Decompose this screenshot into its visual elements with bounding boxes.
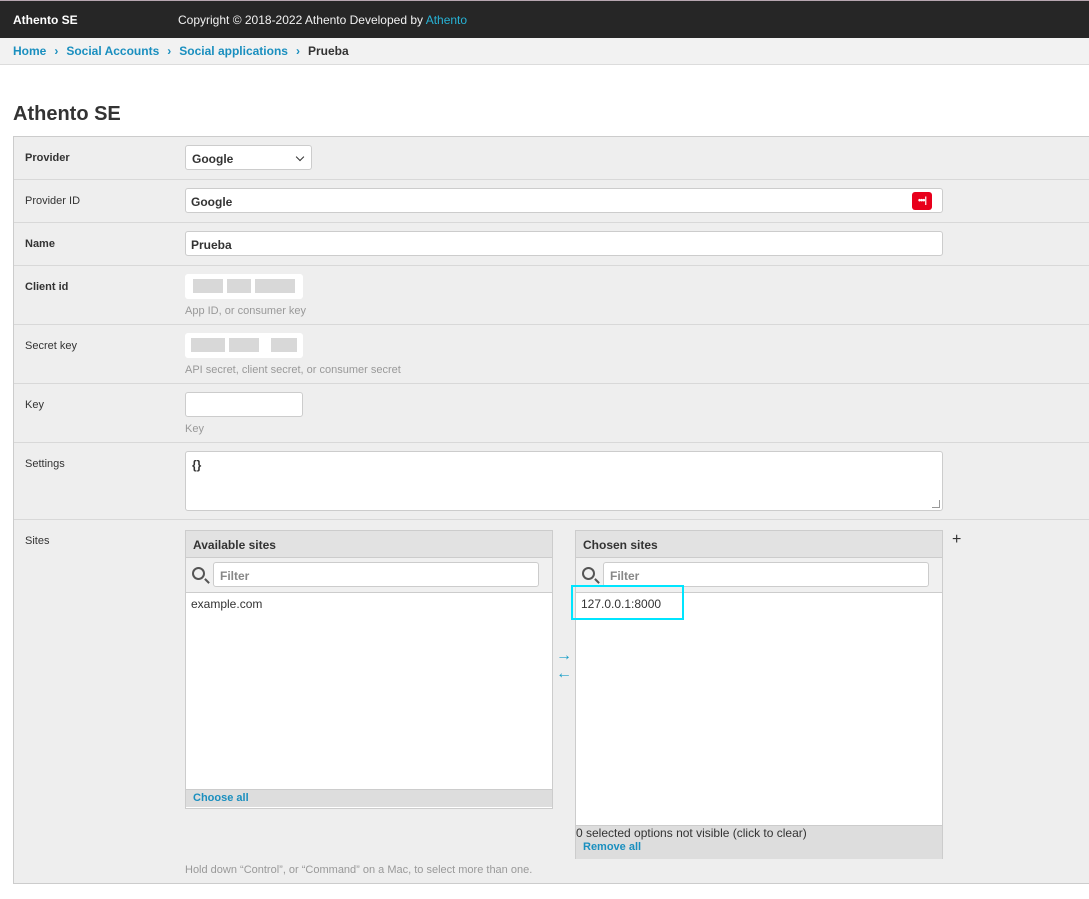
copyright-text: Copyright © 2018-2022 Athento Developed …: [178, 13, 467, 27]
redacted-block: [229, 338, 259, 352]
add-site-icon[interactable]: +: [952, 531, 961, 549]
chevron-down-icon: [295, 152, 305, 162]
secret-key-row: Secret key API secret, client secret, or…: [14, 325, 1089, 384]
site-brand[interactable]: Athento SE: [13, 13, 78, 27]
key-input[interactable]: [185, 392, 303, 417]
client-id-row: Client id App ID, or consumer key: [14, 266, 1089, 325]
sites-row: Sites Available sites Filter example.com…: [14, 520, 1089, 884]
breadcrumb-separator-icon: ›: [167, 44, 172, 58]
sites-label: Sites: [25, 535, 50, 547]
search-icon: [582, 567, 595, 580]
sites-help: Hold down “Control”, or “Command” on a M…: [185, 864, 533, 876]
settings-row: Settings {}: [14, 443, 1089, 520]
key-row: Key Key: [14, 384, 1089, 443]
highlight-box: [571, 585, 684, 620]
provider-select[interactable]: Google: [185, 145, 312, 170]
breadcrumb-current: Prueba: [307, 44, 349, 58]
breadcrumb: Home › Social Accounts › Social applications…: [0, 38, 1089, 65]
settings-label: Settings: [25, 458, 65, 470]
client-id-input[interactable]: [185, 274, 303, 299]
settings-value: {}: [192, 458, 202, 472]
available-filter-row: Filter: [186, 558, 552, 593]
redacted-block: [271, 338, 297, 352]
client-id-help: App ID, or consumer key: [185, 305, 307, 317]
chosen-sites-title: Chosen sites: [576, 531, 942, 558]
arrow-left-icon[interactable]: ←: [556, 665, 572, 683]
key-help: Key: [185, 423, 204, 435]
name-value: Prueba: [191, 238, 232, 252]
name-input[interactable]: Prueba: [185, 231, 943, 256]
provider-id-row: Provider ID Google •••|: [14, 180, 1089, 223]
available-sites-list[interactable]: example.com: [186, 593, 552, 789]
settings-textarea[interactable]: {}: [185, 451, 943, 511]
provider-id-label: Provider ID: [25, 195, 81, 207]
chosen-footer: 0 selected options not visible (click to…: [576, 825, 942, 859]
available-sites-title: Available sites: [186, 531, 552, 558]
athento-link[interactable]: Athento: [426, 13, 467, 27]
list-item[interactable]: example.com: [191, 597, 552, 611]
hidden-options-note[interactable]: 0 selected options not visible (click to…: [576, 826, 942, 840]
provider-select-value: Google: [192, 152, 234, 166]
choose-all-link[interactable]: Choose all: [186, 789, 552, 807]
secret-key-input[interactable]: [185, 333, 303, 358]
password-manager-icon[interactable]: •••|: [912, 192, 932, 210]
provider-id-input[interactable]: Google •••|: [185, 188, 943, 213]
breadcrumb-separator-icon: ›: [295, 44, 300, 58]
available-filter-input[interactable]: Filter: [213, 562, 539, 587]
secret-key-help: API secret, client secret, or consumer s…: [185, 364, 401, 376]
secret-key-label: Secret key: [25, 340, 77, 352]
redacted-block: [227, 279, 251, 293]
chosen-sites-list[interactable]: 127.0.0.1:8000: [571, 585, 942, 825]
arrow-right-icon[interactable]: →: [556, 647, 572, 665]
chosen-filter-input[interactable]: Filter: [603, 562, 929, 587]
breadcrumb-social-accounts[interactable]: Social Accounts: [66, 44, 159, 58]
move-arrows: → ←: [556, 647, 572, 683]
redacted-block: [193, 279, 223, 293]
top-bar: Athento SE Copyright © 2018-2022 Athento…: [0, 0, 1089, 38]
provider-id-value: Google: [191, 195, 233, 209]
breadcrumb-separator-icon: ›: [54, 44, 59, 58]
breadcrumb-social-applications[interactable]: Social applications: [179, 44, 288, 58]
redacted-block: [191, 338, 225, 352]
provider-row: Provider Google: [14, 137, 1089, 180]
page-title: Athento SE: [13, 103, 121, 125]
social-app-form: Provider Google Provider ID Google •••| …: [13, 136, 1089, 884]
resize-grip-icon[interactable]: [932, 500, 940, 508]
chosen-sites-box: Chosen sites Filter 127.0.0.1:8000 0 sel…: [571, 530, 943, 859]
remove-all-link[interactable]: Remove all: [576, 841, 942, 853]
client-id-label: Client id: [25, 281, 69, 293]
provider-label: Provider: [25, 152, 70, 164]
name-label: Name: [25, 238, 55, 250]
redacted-block: [255, 279, 295, 293]
copyright-prefix: Copyright © 2018-2022 Athento Developed …: [178, 13, 426, 27]
breadcrumb-home[interactable]: Home: [13, 44, 46, 58]
search-icon: [192, 567, 205, 580]
key-label: Key: [25, 399, 44, 411]
available-sites-box: Available sites Filter example.com Choos…: [185, 530, 553, 809]
name-row: Name Prueba: [14, 223, 1089, 266]
